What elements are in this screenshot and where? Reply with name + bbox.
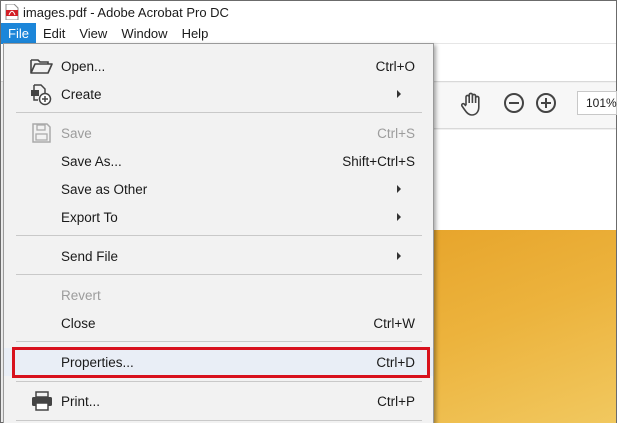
save-label: Save [61, 125, 92, 141]
menu-help[interactable]: Help [175, 23, 216, 44]
send-file-label: Send File [61, 248, 119, 264]
close-shortcut: Ctrl+W [373, 315, 415, 331]
menu-item-open[interactable]: Open... Ctrl+O [4, 52, 433, 80]
open-label: Open... [61, 58, 106, 74]
save-icon [30, 123, 54, 143]
menu-item-export-to[interactable]: Export To [4, 203, 433, 231]
menu-item-send-file[interactable]: Send File [4, 242, 433, 270]
pdf-page-image [433, 230, 616, 423]
zoom-in-icon[interactable] [536, 93, 556, 113]
hand-tool-icon[interactable] [459, 92, 485, 116]
menu-item-print[interactable]: Print... Ctrl+P [4, 387, 433, 415]
create-file-icon [30, 84, 54, 106]
submenu-arrow-icon [397, 213, 401, 221]
save-as-label: Save As... [61, 153, 122, 169]
submenu-arrow-icon [397, 185, 401, 193]
file-menu-dropdown: Open... Ctrl+O Create Save Ctrl+S Save A… [3, 43, 434, 423]
printer-icon [30, 391, 54, 411]
window-title: images.pdf - Adobe Acrobat Pro DC [23, 4, 229, 20]
menu-item-revert[interactable]: Revert [4, 281, 433, 309]
menu-item-save[interactable]: Save Ctrl+S [4, 119, 433, 147]
menu-separator [16, 235, 422, 236]
menu-bar: File Edit View Window Help [1, 22, 616, 44]
menu-item-create[interactable]: Create [4, 80, 433, 108]
open-folder-icon [30, 56, 54, 76]
menu-separator [16, 341, 422, 342]
menu-window[interactable]: Window [114, 23, 174, 44]
menu-separator [16, 112, 422, 113]
submenu-arrow-icon [397, 90, 401, 98]
create-label: Create [61, 86, 102, 102]
menu-file[interactable]: File [1, 22, 36, 44]
print-shortcut: Ctrl+P [377, 393, 415, 409]
print-label: Print... [61, 393, 101, 409]
export-to-label: Export To [61, 209, 118, 225]
menu-view[interactable]: View [72, 23, 114, 44]
menu-separator [16, 420, 422, 421]
menu-separator [16, 381, 422, 382]
close-label: Close [61, 315, 96, 331]
pdf-app-icon [5, 3, 19, 21]
zoom-out-icon[interactable] [504, 93, 524, 113]
menu-item-save-as-other[interactable]: Save as Other [4, 175, 433, 203]
open-shortcut: Ctrl+O [375, 58, 415, 74]
menu-edit[interactable]: Edit [36, 23, 72, 44]
menu-item-close[interactable]: Close Ctrl+W [4, 309, 433, 337]
save-as-other-label: Save as Other [61, 181, 148, 197]
submenu-arrow-icon [397, 252, 401, 260]
properties-highlight-frame [12, 347, 430, 378]
document-area [433, 130, 616, 230]
save-as-shortcut: Shift+Ctrl+S [342, 153, 415, 169]
title-bar: images.pdf - Adobe Acrobat Pro DC [1, 1, 616, 23]
menu-item-save-as[interactable]: Save As... Shift+Ctrl+S [4, 147, 433, 175]
revert-label: Revert [61, 287, 101, 303]
zoom-level-field[interactable]: 101% [577, 91, 617, 115]
menu-separator [16, 274, 422, 275]
save-shortcut: Ctrl+S [377, 125, 415, 141]
acrobat-window: images.pdf - Adobe Acrobat Pro DC File E… [0, 0, 617, 423]
